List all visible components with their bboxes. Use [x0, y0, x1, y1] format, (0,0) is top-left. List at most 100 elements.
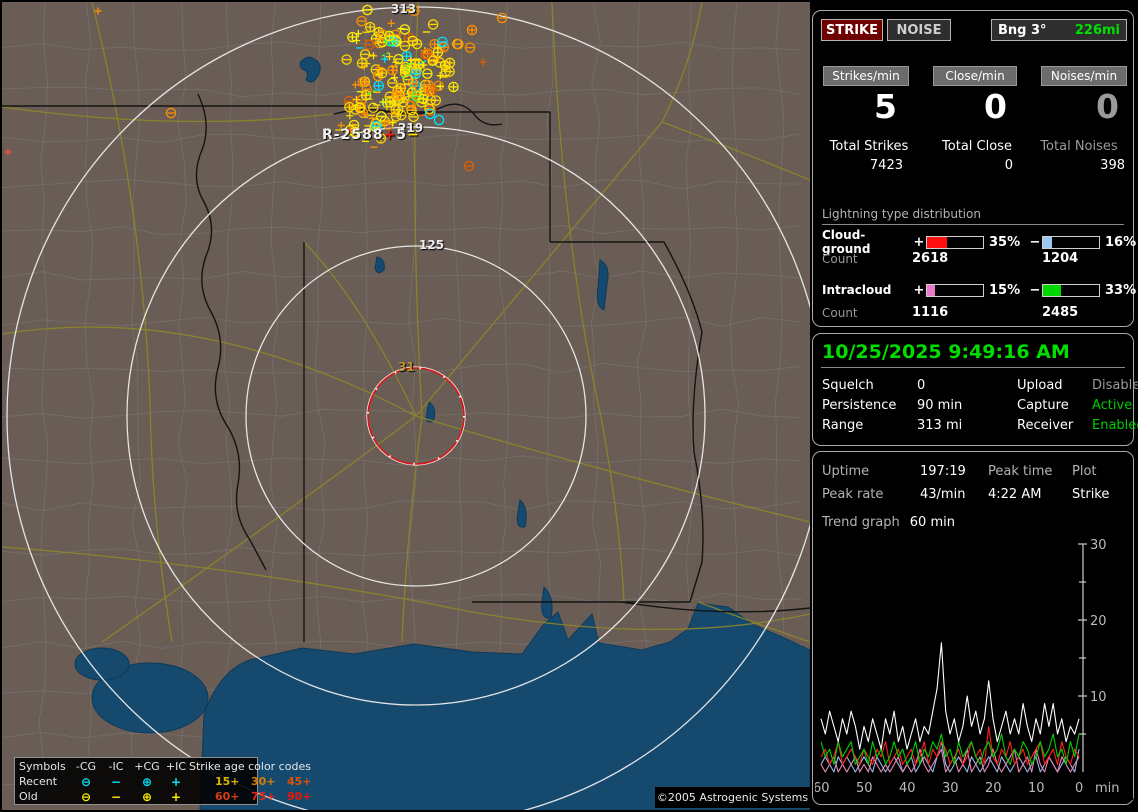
- strikes-per-min-label[interactable]: Strikes/min: [823, 66, 909, 86]
- plot-mode-value[interactable]: Strike: [1072, 487, 1134, 502]
- ic-plus-pct: 15%: [989, 282, 1021, 298]
- legend-row-old-label: Old: [19, 790, 38, 803]
- ic-minus-bar: [1042, 283, 1100, 297]
- cg-minus-count: 1204: [1042, 251, 1079, 266]
- legend-header-nic: -IC: [108, 759, 124, 773]
- upload-status: Disabled: [1092, 377, 1138, 393]
- close-per-min-value: 0: [984, 87, 1007, 126]
- peak-rate-label: Peak rate: [822, 486, 884, 502]
- total-close-value: 0: [1004, 158, 1013, 173]
- legend-header-pic: +IC: [165, 759, 187, 773]
- total-close-label: Total Close: [942, 139, 1012, 154]
- divider: [821, 367, 1125, 368]
- svg-text:20: 20: [985, 781, 1002, 796]
- status-panel: 10/25/2025 9:49:16 AM Squelch 0 Upload D…: [812, 333, 1138, 446]
- range-row: Range 313 mi Receiver Enabled: [822, 416, 1138, 434]
- trend-graph-label: Trend graph: [822, 515, 900, 530]
- legend-header-symbols: Symbols: [19, 759, 66, 773]
- uptime-label: Uptime: [822, 463, 870, 479]
- recent-pic-icon: +: [170, 774, 182, 789]
- cg-minus-bar: [1042, 235, 1100, 249]
- ranging-annotation: R-2588+5−: [322, 127, 420, 143]
- age-code-45: 45+: [287, 775, 312, 788]
- recent-ncg-icon: ⊖: [80, 774, 92, 789]
- intracloud-row: Intracloud + 15% − 33%: [822, 282, 1136, 298]
- plot-label: Plot: [1072, 463, 1097, 479]
- persistence-label: Persistence: [822, 397, 897, 413]
- peak-rate-value: 43/min: [920, 486, 966, 502]
- old-pic-icon: +: [170, 789, 182, 804]
- ic-plus-count: 1116: [912, 305, 949, 320]
- minus-sign: −: [1029, 234, 1041, 250]
- cg-plus-bar: [926, 235, 984, 249]
- svg-text:50: 50: [856, 781, 873, 796]
- date-time-display: 10/25/2025 9:49:16 AM: [822, 341, 1070, 363]
- noises-per-min-value: 0: [1096, 87, 1119, 126]
- strike-mode-button[interactable]: STRIKE: [821, 19, 883, 41]
- noises-per-min-label[interactable]: Noises/min: [1041, 66, 1127, 86]
- legend-header-ncg: -CG: [75, 759, 97, 773]
- symbol-legend: Symbols -CG -IC +CG +IC Strike age color…: [14, 757, 312, 805]
- bearing-label: Bng 3°: [998, 22, 1047, 38]
- total-noises-label: Total Noises: [1040, 139, 1118, 154]
- uptime-row: Uptime 197:19 Peak time Plot: [822, 462, 1126, 480]
- range-label: Range: [822, 417, 864, 433]
- ranging-plus-symbol: +: [383, 127, 397, 143]
- squelch-row: Squelch 0 Upload Disabled: [822, 376, 1138, 394]
- legend-age-title: Strike age color codes: [189, 759, 311, 773]
- intracloud-count-row: Count 1116 2485: [822, 305, 1126, 320]
- strike-counters-panel: STRIKE NOISE Bng 3° 226mi Strikes/min Cl…: [812, 10, 1136, 327]
- peak-rate-row: Peak rate 43/min 4:22 AM Strike: [822, 485, 1126, 503]
- total-strikes-value: 7423: [869, 158, 903, 173]
- capture-label: Capture: [1017, 397, 1069, 413]
- age-code-30: 30+: [251, 775, 276, 788]
- svg-text:40: 40: [899, 781, 916, 796]
- trend-panel: Uptime 197:19 Peak time Plot Peak rate 4…: [812, 451, 1134, 805]
- age-code-90: 90+: [287, 790, 312, 803]
- cloud-ground-count-row: Count 2618 1204: [822, 251, 1126, 266]
- old-pcg-icon: ⊕: [141, 789, 153, 804]
- cg-minus-pct: 16%: [1105, 234, 1137, 250]
- cloud-ground-row: Cloud-ground + 35% − 16%: [822, 228, 1136, 256]
- bearing-distance: 226mi: [1074, 22, 1120, 38]
- lightning-map[interactable]: 31 125 219 313 R-2588+5− Symbols -CG -IC +C…: [2, 2, 810, 810]
- ranging-count: 5: [396, 127, 408, 143]
- plus-sign: +: [913, 282, 925, 298]
- minus-sign: −: [1029, 282, 1041, 298]
- intracloud-label: Intracloud: [822, 283, 892, 297]
- capture-status: Active: [1092, 397, 1133, 413]
- count-label: Count: [822, 251, 858, 266]
- strike-trend-chart: 10 20 30 60 50 40 30 20 10 0 min: [815, 538, 1133, 800]
- noise-mode-button[interactable]: NOISE: [887, 19, 951, 41]
- distribution-title: Lightning type distribution: [822, 207, 1124, 225]
- ic-minus-count: 2485: [1042, 305, 1079, 320]
- range-value: 313 mi: [917, 417, 963, 433]
- uptime-value: 197:19: [920, 463, 966, 479]
- app-window: { "header": { "strike_button": "STRIKE",…: [0, 0, 1138, 812]
- svg-text:20: 20: [1090, 614, 1107, 629]
- svg-text:30: 30: [942, 781, 959, 796]
- total-noises-value: 398: [1100, 158, 1125, 173]
- svg-text:0: 0: [1075, 781, 1083, 796]
- ic-plus-bar: [926, 283, 984, 297]
- receiver-status: Enabled: [1092, 417, 1138, 433]
- svg-text:60: 60: [815, 781, 830, 796]
- persistence-value: 90 min: [917, 397, 963, 413]
- total-strikes-label: Total Strikes: [829, 139, 909, 154]
- plus-sign: +: [913, 234, 925, 250]
- cg-plus-pct: 35%: [989, 234, 1021, 250]
- peak-time-label: Peak time: [988, 463, 1053, 479]
- upload-label: Upload: [1017, 377, 1063, 393]
- close-per-min-label[interactable]: Close/min: [933, 66, 1017, 86]
- receiver-label: Receiver: [1017, 417, 1074, 433]
- recent-pcg-icon: ⊕: [141, 774, 153, 789]
- recent-nic-icon: −: [110, 774, 122, 789]
- trend-graph-value[interactable]: 60 min: [910, 515, 955, 530]
- cg-plus-count: 2618: [912, 251, 949, 266]
- legend-header-pcg: +CG: [134, 759, 160, 773]
- svg-text:10: 10: [1028, 781, 1045, 796]
- svg-text:30: 30: [1090, 538, 1107, 553]
- svg-text:min: min: [1095, 781, 1120, 796]
- age-code-75: 75+: [251, 790, 276, 803]
- age-code-60: 60+: [215, 790, 240, 803]
